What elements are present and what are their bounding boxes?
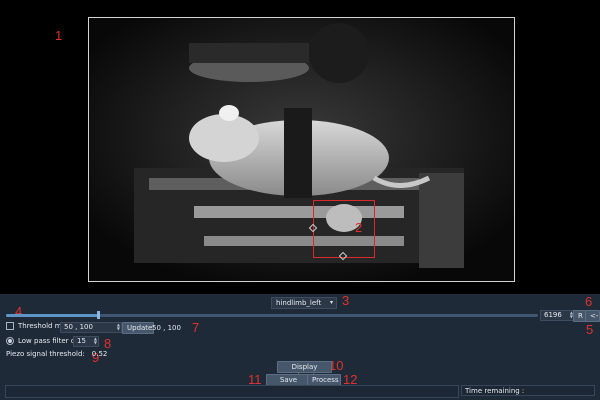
threshold-mode-checkbox[interactable] bbox=[6, 322, 14, 330]
callout-8: 8 bbox=[104, 336, 112, 351]
limb-select[interactable]: hindlimb_left ▾ bbox=[271, 297, 337, 309]
frame-number-spinbox[interactable]: 6196 ▲ ▼ bbox=[540, 310, 575, 321]
threshold-input[interactable]: 50 , 100 ▲ ▼ bbox=[60, 322, 122, 333]
spin-arrows-icon[interactable]: ▲ ▼ bbox=[94, 337, 97, 345]
mouse-video-image bbox=[89, 18, 514, 281]
callout-3: 3 bbox=[342, 293, 350, 308]
piezo-threshold-value: 0.52 bbox=[91, 350, 108, 358]
callout-7: 7 bbox=[192, 320, 200, 335]
callout-6: 6 bbox=[585, 294, 593, 309]
frame-slider-thumb[interactable] bbox=[97, 311, 100, 319]
frame-slider[interactable] bbox=[6, 311, 538, 319]
threshold-applied-value: 50 , 100 bbox=[152, 324, 181, 332]
video-frame[interactable] bbox=[88, 17, 515, 282]
piezo-threshold-label: Piezo signal threshold: bbox=[6, 350, 85, 358]
limb-select-value: hindlimb_left bbox=[276, 299, 322, 307]
time-remaining-label: Time remaining : bbox=[461, 385, 595, 396]
frame-slider-fill bbox=[6, 314, 98, 317]
low-pass-value: 15 bbox=[77, 337, 86, 345]
back-button[interactable]: <- bbox=[585, 310, 600, 322]
callout-1: 1 bbox=[55, 28, 63, 43]
callout-2: 2 bbox=[355, 220, 363, 235]
callout-5: 5 bbox=[586, 322, 594, 337]
threshold-input-value: 50 , 100 bbox=[64, 323, 93, 331]
frame-number-value: 6196 bbox=[544, 311, 562, 319]
update-button[interactable]: Update bbox=[122, 322, 154, 334]
display-signal-button[interactable]: Display signal bbox=[277, 361, 332, 381]
status-message-area bbox=[5, 385, 459, 398]
chevron-down-icon: ▾ bbox=[329, 299, 333, 306]
spin-arrows-icon[interactable]: ▲ ▼ bbox=[117, 323, 120, 331]
roi-box[interactable] bbox=[313, 200, 375, 258]
low-pass-radio[interactable] bbox=[6, 337, 14, 345]
low-pass-spinbox[interactable]: 15 ▲ ▼ bbox=[73, 336, 99, 347]
status-bar: Time remaining : bbox=[0, 385, 600, 398]
